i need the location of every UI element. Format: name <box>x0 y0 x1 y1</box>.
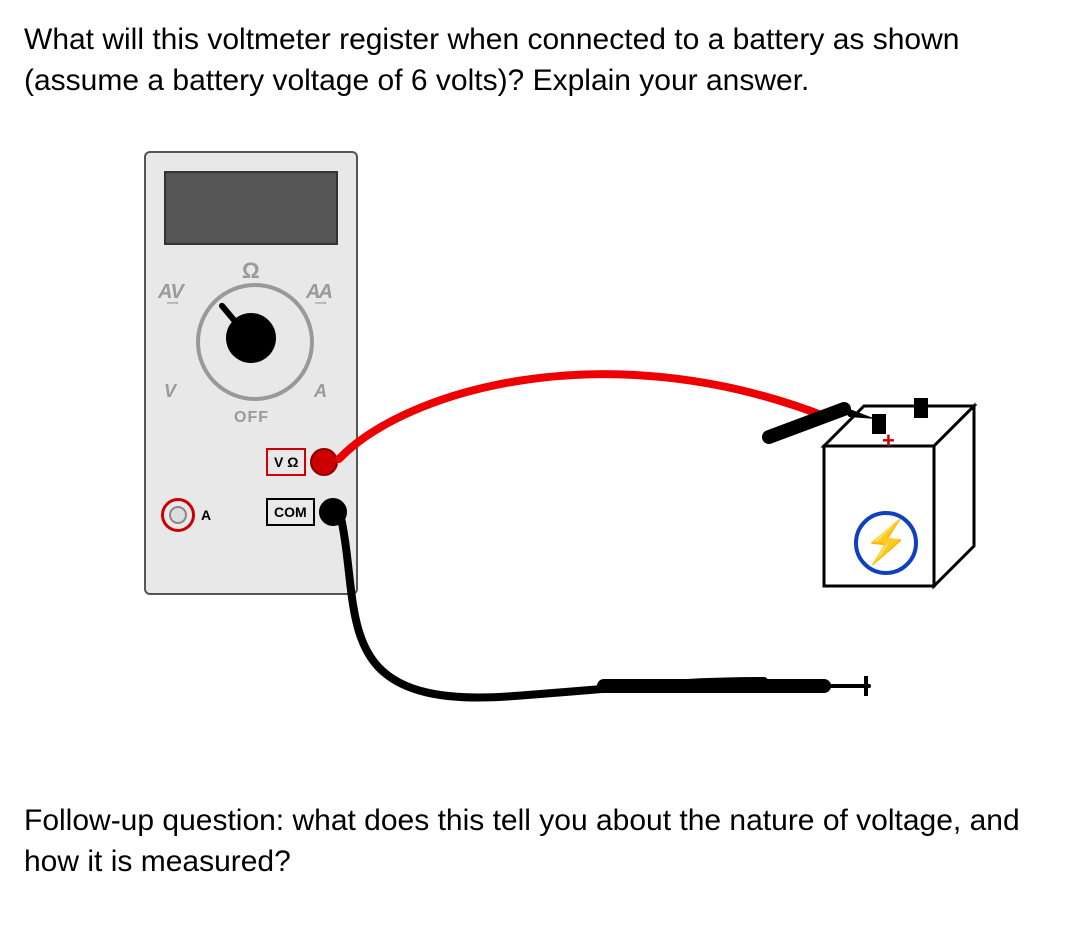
lightning-bolt-icon: ⚡ <box>862 519 910 567</box>
jack-vohm-label: V Ω <box>266 448 306 476</box>
multimeter-body: Ω A͢V A͢A V A OFF V Ω COM A <box>144 151 358 595</box>
dial-label-ac-amps: A͢A <box>306 281 331 304</box>
dial-label-ac-volts: A͢V <box>158 281 182 304</box>
jack-com-socket <box>319 498 347 526</box>
jack-amp-socket <box>161 498 195 532</box>
circuit-diagram: Ω A͢V A͢A V A OFF V Ω COM A <box>44 141 1004 761</box>
followup-text: Follow-up question: what does this tell … <box>24 801 1056 882</box>
battery: + ⚡ <box>814 396 994 601</box>
meter-display <box>164 171 338 245</box>
dial-label-dc-amps: A <box>314 381 327 402</box>
jack-vohm-socket <box>310 448 338 476</box>
jack-vohm: V Ω <box>266 448 338 476</box>
jack-amp: A <box>161 498 211 532</box>
battery-plus-label: + <box>882 428 895 454</box>
dial-label-dc-volts: V <box>164 381 176 402</box>
battery-terminal-negative <box>914 398 928 418</box>
dial-label-off: OFF <box>234 409 269 427</box>
question-text: What will this voltmeter register when c… <box>24 20 1056 101</box>
battery-lightning-icon: ⚡ <box>854 511 918 575</box>
jack-amp-label: A <box>201 507 211 523</box>
jack-com-label: COM <box>266 498 315 526</box>
red-lead-wire <box>339 374 824 459</box>
dial-label-ohm: Ω <box>242 258 260 284</box>
black-lead-wire <box>339 509 764 698</box>
jack-com: COM <box>266 498 347 526</box>
